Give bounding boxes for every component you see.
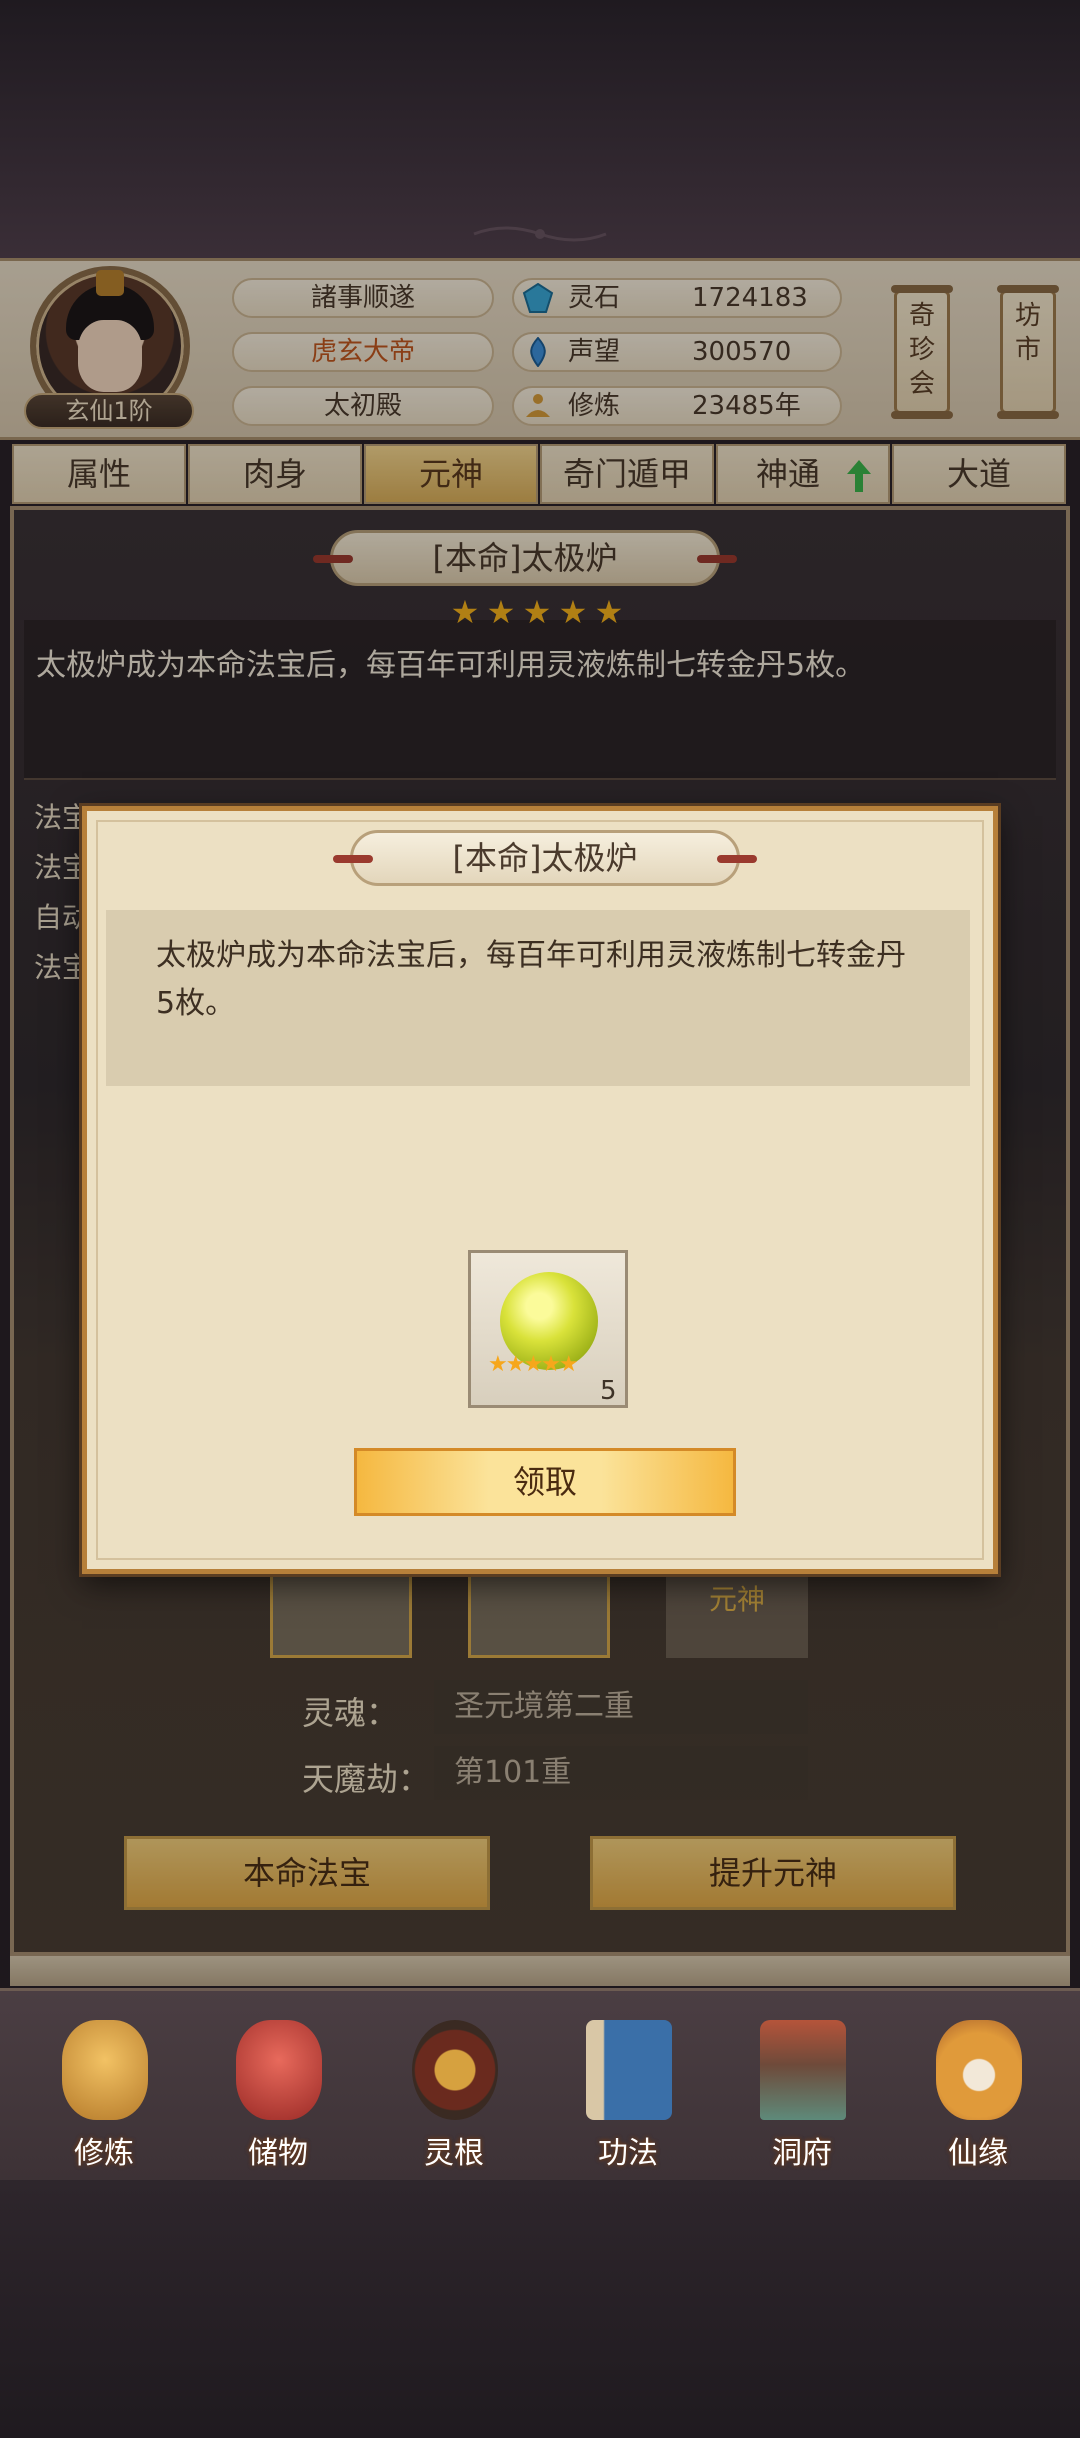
reward-stars: ★★★★★	[488, 1352, 579, 1377]
spirit-root-icon	[412, 2020, 498, 2120]
nav-immortal-fate[interactable]: 仙缘	[918, 2020, 1038, 2171]
bottom-decor-band	[0, 2180, 1080, 2438]
reward-count: 5	[600, 1376, 617, 1406]
nav-technique[interactable]: 功法	[568, 2020, 688, 2171]
ribbon-rod-left	[333, 855, 373, 863]
nav-spirit-root[interactable]: 灵根	[394, 2020, 514, 2171]
top-decor-band	[0, 0, 1080, 258]
nav-label: 储物	[248, 2136, 308, 2171]
nav-storage[interactable]: 储物	[218, 2020, 338, 2171]
nav-label: 灵根	[424, 2136, 484, 2171]
nav-cultivate[interactable]: 修炼	[44, 2020, 164, 2171]
ribbon-rod-right	[717, 855, 757, 863]
cultivate-icon	[62, 2020, 148, 2120]
nav-label: 功法	[598, 2136, 658, 2171]
top-ornament-icon	[473, 226, 607, 242]
immortal-fate-icon	[936, 2020, 1022, 2120]
popup-description: 太极炉成为本命法宝后，每百年可利用灵液炼制七转金丹5枚。	[156, 938, 906, 1021]
nav-label: 修炼	[74, 2136, 134, 2171]
popup-title: [本命]太极炉	[333, 830, 757, 886]
nav-label: 洞府	[772, 2136, 832, 2171]
nav-label: 仙缘	[948, 2136, 1008, 2171]
technique-book-icon	[586, 2020, 672, 2120]
cave-mansion-icon	[760, 2020, 846, 2120]
storage-bag-icon	[236, 2020, 322, 2120]
nav-cave[interactable]: 洞府	[742, 2020, 862, 2171]
popup-title-text: [本命]太极炉	[452, 839, 638, 877]
claim-button[interactable]: 领取	[354, 1448, 736, 1516]
